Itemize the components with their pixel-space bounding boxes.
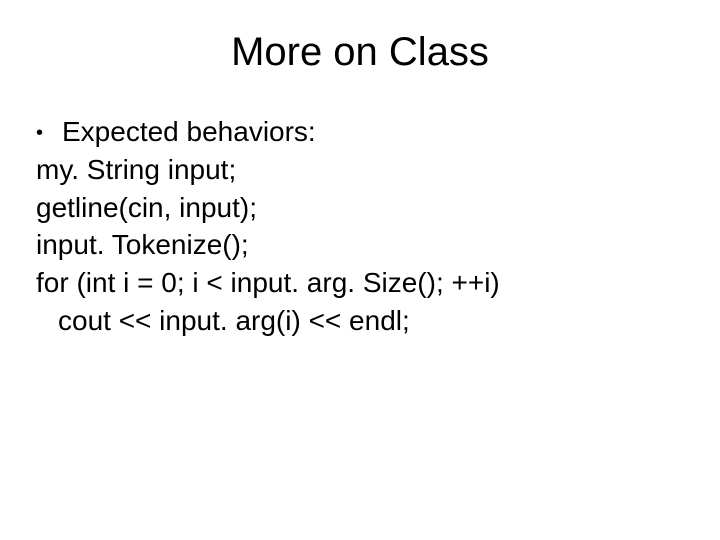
code-line: for (int i = 0; i < input. arg. Size(); … <box>36 264 690 302</box>
code-line: cout << input. arg(i) << endl; <box>36 302 690 340</box>
slide: More on Class • Expected behaviors: my. … <box>0 0 720 540</box>
slide-title: More on Class <box>30 30 690 75</box>
bullet-icon: • <box>36 123 62 143</box>
code-line: input. Tokenize(); <box>36 226 690 264</box>
code-line: getline(cin, input); <box>36 189 690 227</box>
bullet-item: • Expected behaviors: <box>36 113 690 151</box>
bullet-text: Expected behaviors: <box>62 113 316 151</box>
code-line: my. String input; <box>36 151 690 189</box>
slide-body: • Expected behaviors: my. String input; … <box>30 113 690 340</box>
